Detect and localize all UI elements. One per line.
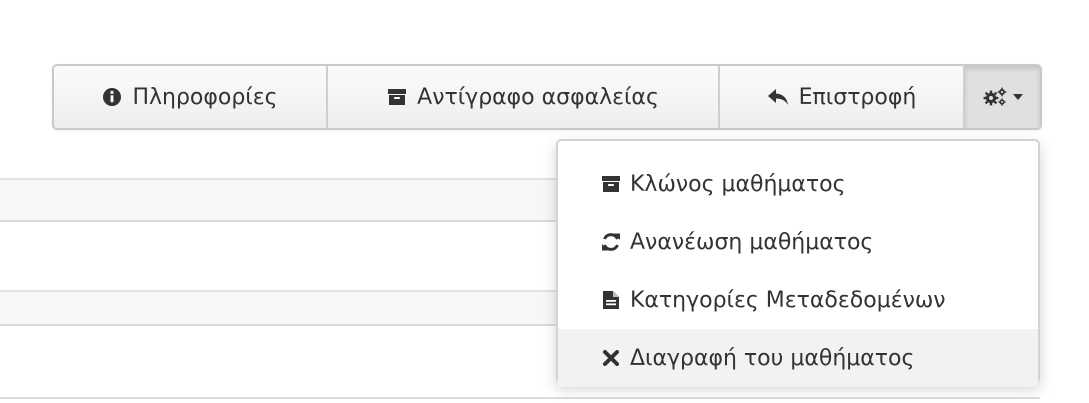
settings-dropdown-button[interactable]: [965, 66, 1040, 128]
dropdown-item-refresh-course[interactable]: Ανανέωση μαθήματος: [558, 213, 1038, 271]
dropdown-item-label: Κατηγορίες Μεταδεδομένων: [630, 287, 946, 313]
dropdown-item-label: Κλώνος μαθήματος: [630, 171, 846, 197]
return-button-label: Επιστροφή: [798, 84, 917, 110]
backup-button[interactable]: Αντίγραφο ασφαλείας: [328, 66, 720, 128]
dropdown-item-metadata-categories[interactable]: Κατηγορίες Μεταδεδομένων: [558, 271, 1038, 329]
refresh-icon: [600, 232, 622, 252]
info-circle-icon: [102, 87, 122, 107]
reply-icon: [767, 87, 789, 107]
archive-icon: [387, 87, 407, 107]
settings-dropdown-menu: Κλώνος μαθήματος Ανανέωση μαθήματος Κατη…: [556, 139, 1040, 387]
panel-divider: [0, 397, 1040, 399]
archive-icon: [600, 174, 622, 194]
dropdown-item-clone-course[interactable]: Κλώνος μαθήματος: [558, 155, 1038, 213]
times-icon: [600, 350, 622, 366]
backup-button-label: Αντίγραφο ασφαλείας: [417, 84, 659, 110]
return-button[interactable]: Επιστροφή: [720, 66, 965, 128]
dropdown-item-label: Ανανέωση μαθήματος: [630, 229, 874, 255]
dropdown-item-label: Διαγραφή του μαθήματος: [630, 345, 915, 371]
dropdown-item-delete-course[interactable]: Διαγραφή του μαθήματος: [558, 329, 1038, 387]
info-button[interactable]: Πληροφορίες: [54, 66, 328, 128]
file-text-icon: [600, 290, 622, 310]
info-button-label: Πληροφορίες: [132, 84, 278, 110]
course-toolbar: Πληροφορίες Αντίγραφο ασφαλείας Επιστροφ…: [52, 64, 1042, 130]
caret-down-icon: [1012, 94, 1023, 100]
cogs-icon: [983, 87, 1007, 107]
